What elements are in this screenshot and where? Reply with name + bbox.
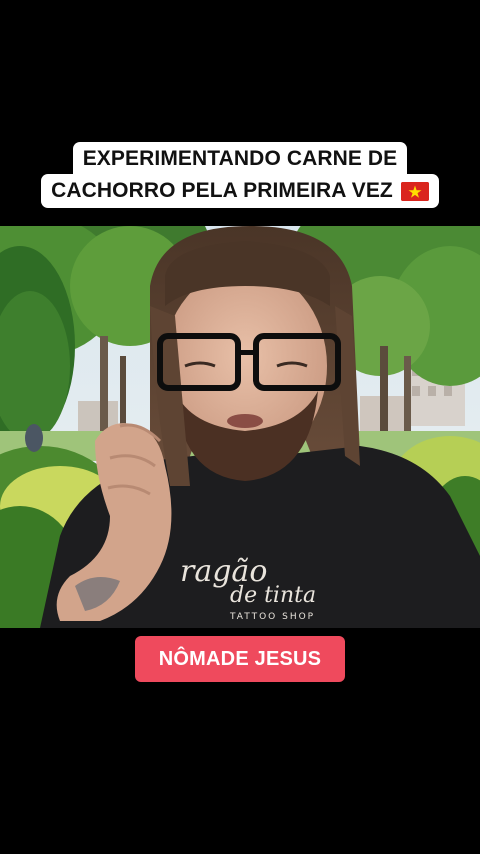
vietnam-flag-icon xyxy=(400,181,429,201)
shirt-brand-line2: de tinta xyxy=(230,583,316,608)
creator-name-tag[interactable]: NÔMADE JESUS xyxy=(135,636,345,682)
caption-line-2: CACHORRO PELA PRIMEIRA VEZ xyxy=(51,179,393,202)
video-frame[interactable]: ragão de tinta TATTOO SHOP xyxy=(0,226,480,628)
caption-line-2-wrap: CACHORRO PELA PRIMEIRA VEZ xyxy=(41,174,439,208)
video-post: EXPERIMENTANDO CARNE DE CACHORRO PELA PR… xyxy=(0,0,480,854)
shirt-brand-line3: TATTOO SHOP xyxy=(229,612,315,622)
video-title-caption: EXPERIMENTANDO CARNE DE CACHORRO PELA PR… xyxy=(0,142,480,208)
caption-line-1: EXPERIMENTANDO CARNE DE xyxy=(72,142,408,176)
